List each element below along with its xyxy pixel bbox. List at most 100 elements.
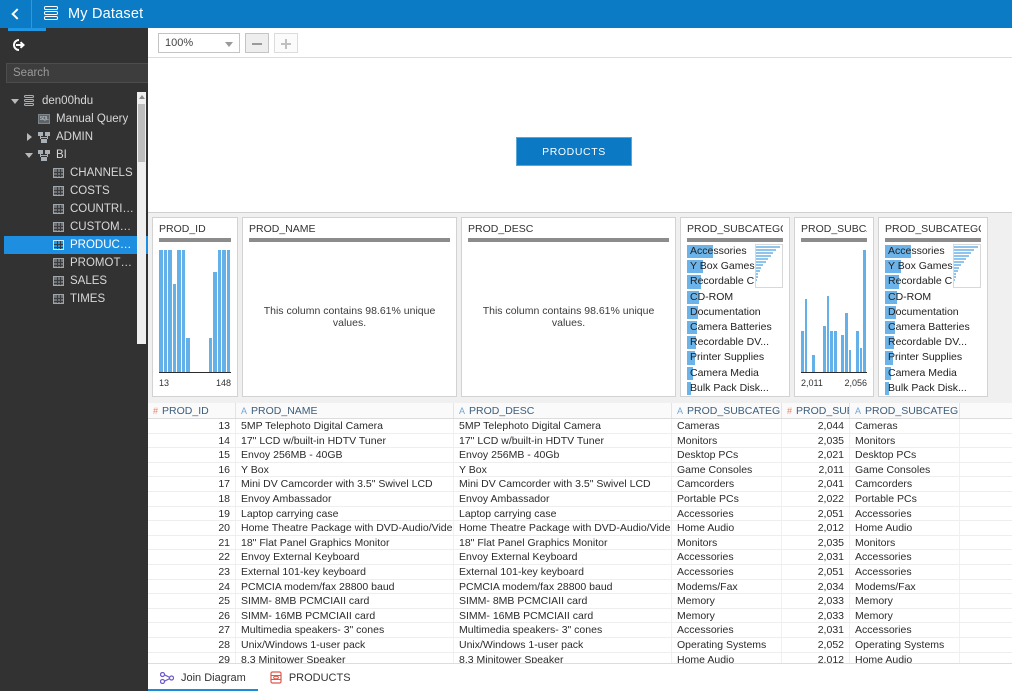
- tree-item-times[interactable]: TIMES: [4, 290, 148, 308]
- table-cell[interactable]: 2,041: [782, 477, 850, 491]
- table-row[interactable]: 26SIMM- 16MB PCMCIAII cardSIMM- 16MB PCM…: [148, 609, 1012, 624]
- table-cell[interactable]: Unix/Windows 1-user pack: [236, 638, 454, 652]
- table-cell[interactable]: Home Theatre Package with DVD-Audio/Vide…: [454, 521, 672, 535]
- table-cell[interactable]: 2,012: [782, 521, 850, 535]
- table-cell[interactable]: Memory: [672, 594, 782, 608]
- tree-item-bi[interactable]: BI: [4, 146, 148, 164]
- table-cell[interactable]: PCMCIA modem/fax 28800 baud: [454, 580, 672, 594]
- profile-card[interactable]: PROD_DESCThis column contains 98.61% uni…: [461, 217, 676, 397]
- table-cell[interactable]: 25: [148, 594, 236, 608]
- table-cell[interactable]: Game Consoles: [850, 463, 960, 477]
- table-cell[interactable]: Modems/Fax: [850, 580, 960, 594]
- table-cell[interactable]: Cameras: [850, 419, 960, 433]
- collapse-panel-icon[interactable]: [10, 36, 30, 54]
- diagram-node-products[interactable]: PRODUCTS: [516, 137, 632, 166]
- table-cell[interactable]: Mini DV Camcorder with 3.5" Swivel LCD: [236, 477, 454, 491]
- table-cell[interactable]: 2,035: [782, 434, 850, 448]
- table-cell[interactable]: Envoy Ambassador: [236, 492, 454, 506]
- category-row[interactable]: Recordable DV...: [687, 335, 783, 350]
- tree-item-sales[interactable]: SALES: [4, 272, 148, 290]
- table-cell[interactable]: Operating Systems: [672, 638, 782, 652]
- table-cell[interactable]: Operating Systems: [850, 638, 960, 652]
- table-cell[interactable]: Accessories: [672, 507, 782, 521]
- table-cell[interactable]: 2,021: [782, 448, 850, 462]
- twisty-collapsed-icon[interactable]: [22, 133, 36, 141]
- table-row[interactable]: 28Unix/Windows 1-user packUnix/Windows 1…: [148, 638, 1012, 653]
- table-row[interactable]: 16Y BoxY BoxGame Consoles2,011Game Conso…: [148, 463, 1012, 478]
- zoom-level-select[interactable]: 100%: [158, 33, 240, 53]
- profile-card[interactable]: PROD_NAMEThis column contains 98.61% uni…: [242, 217, 457, 397]
- table-cell[interactable]: Portable PCs: [850, 492, 960, 506]
- table-cell[interactable]: Monitors: [850, 434, 960, 448]
- table-row[interactable]: 27Multimedia speakers- 3" conesMultimedi…: [148, 623, 1012, 638]
- table-row[interactable]: 15Envoy 256MB - 40GBEnvoy 256MB - 40GbDe…: [148, 448, 1012, 463]
- category-row[interactable]: CD-ROM: [687, 290, 783, 305]
- table-cell[interactable]: External 101-key keyboard: [236, 565, 454, 579]
- scrollbar-thumb[interactable]: [138, 104, 145, 162]
- table-cell[interactable]: 2,035: [782, 536, 850, 550]
- table-cell[interactable]: 2,044: [782, 419, 850, 433]
- table-cell[interactable]: Home Theatre Package with DVD-Audio/Vide…: [236, 521, 454, 535]
- category-row[interactable]: Bulk Pack Disk...: [885, 381, 981, 396]
- table-cell[interactable]: Camcorders: [850, 477, 960, 491]
- table-cell[interactable]: 26: [148, 609, 236, 623]
- join-diagram-canvas[interactable]: PRODUCTS: [148, 58, 1012, 213]
- category-row[interactable]: Camera Batteries: [687, 320, 783, 335]
- table-cell[interactable]: Unix/Windows 1-user pack: [454, 638, 672, 652]
- table-cell[interactable]: 2,031: [782, 623, 850, 637]
- profile-card[interactable]: PROD_SUBCAT...2,0112,056: [794, 217, 874, 397]
- table-cell[interactable]: Modems/Fax: [672, 580, 782, 594]
- profile-card[interactable]: PROD_SUBCATEGO...AccessoriesY Box GamesR…: [878, 217, 988, 397]
- table-row[interactable]: 19Laptop carrying caseLaptop carrying ca…: [148, 507, 1012, 522]
- grid-column-header[interactable]: APROD_NAME: [236, 403, 454, 418]
- grid-column-header[interactable]: APROD_SUBCATEG...: [850, 403, 960, 418]
- twisty-expanded-icon[interactable]: [22, 153, 36, 158]
- table-row[interactable]: 22Envoy External KeyboardEnvoy External …: [148, 550, 1012, 565]
- table-cell[interactable]: 5MP Telephoto Digital Camera: [236, 419, 454, 433]
- table-cell[interactable]: Desktop PCs: [850, 448, 960, 462]
- twisty-expanded-icon[interactable]: [8, 99, 22, 104]
- table-cell[interactable]: Mini DV Camcorder with 3.5" Swivel LCD: [454, 477, 672, 491]
- scroll-up-icon[interactable]: [139, 95, 145, 99]
- category-row[interactable]: Camera Media: [885, 366, 981, 381]
- zoom-in-button[interactable]: [274, 33, 298, 53]
- table-cell[interactable]: 2,033: [782, 609, 850, 623]
- table-cell[interactable]: 24: [148, 580, 236, 594]
- grid-column-header[interactable]: APROD_SUBCATEG...: [672, 403, 782, 418]
- profile-card[interactable]: PROD_SUBCATEGORYAccessoriesY Box GamesRe…: [680, 217, 790, 397]
- category-row[interactable]: Recordable DV...: [885, 335, 981, 350]
- table-cell[interactable]: Desktop PCs: [672, 448, 782, 462]
- profile-card[interactable]: PROD_ID13148: [152, 217, 238, 397]
- table-cell[interactable]: Camcorders: [672, 477, 782, 491]
- table-row[interactable]: 17Mini DV Camcorder with 3.5" Swivel LCD…: [148, 477, 1012, 492]
- table-cell[interactable]: Game Consoles: [672, 463, 782, 477]
- table-row[interactable]: 25SIMM- 8MB PCMCIAII cardSIMM- 8MB PCMCI…: [148, 594, 1012, 609]
- table-cell[interactable]: Laptop carrying case: [236, 507, 454, 521]
- table-cell[interactable]: 17" LCD w/built-in HDTV Tuner: [236, 434, 454, 448]
- table-cell[interactable]: PCMCIA modem/fax 28800 baud: [236, 580, 454, 594]
- table-cell[interactable]: Home Audio: [850, 521, 960, 535]
- category-row[interactable]: Bulk Pack Disk...: [687, 381, 783, 396]
- table-cell[interactable]: Memory: [672, 609, 782, 623]
- tree-item-countries[interactable]: COUNTRIES: [4, 200, 148, 218]
- table-cell[interactable]: 2,052: [782, 638, 850, 652]
- table-cell[interactable]: 2,051: [782, 565, 850, 579]
- table-cell[interactable]: SIMM- 8MB PCMCIAII card: [454, 594, 672, 608]
- table-cell[interactable]: 17" LCD w/built-in HDTV Tuner: [454, 434, 672, 448]
- grid-column-header[interactable]: APROD_DESC: [454, 403, 672, 418]
- tree-item-manual-query[interactable]: SQLManual Query: [4, 110, 148, 128]
- table-cell[interactable]: 17: [148, 477, 236, 491]
- bottom-tab-products[interactable]: PRODUCTS: [258, 664, 363, 691]
- zoom-out-button[interactable]: [245, 33, 269, 53]
- object-tree[interactable]: den00hduSQLManual QueryADMINBICHANNELSCO…: [0, 92, 148, 652]
- table-cell[interactable]: Monitors: [672, 536, 782, 550]
- table-cell[interactable]: Envoy 256MB - 40Gb: [454, 448, 672, 462]
- table-cell[interactable]: 16: [148, 463, 236, 477]
- table-cell[interactable]: 19: [148, 507, 236, 521]
- table-cell[interactable]: 2,022: [782, 492, 850, 506]
- category-row[interactable]: Camera Batteries: [885, 320, 981, 335]
- table-cell[interactable]: 2,051: [782, 507, 850, 521]
- category-row[interactable]: CD-ROM: [885, 290, 981, 305]
- table-cell[interactable]: Accessories: [672, 565, 782, 579]
- table-row[interactable]: 18Envoy AmbassadorEnvoy AmbassadorPortab…: [148, 492, 1012, 507]
